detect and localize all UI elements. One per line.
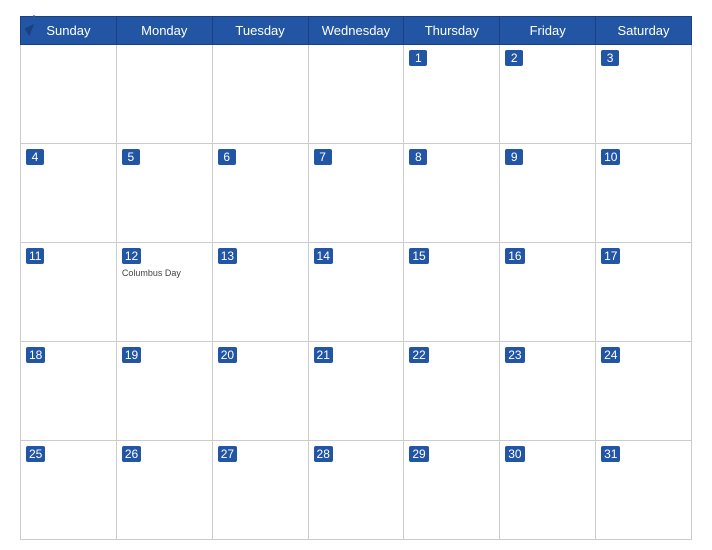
calendar-cell: 9: [500, 144, 596, 243]
calendar-cell: 3: [596, 45, 692, 144]
calendar-cell: 27: [212, 441, 308, 540]
day-number: 7: [314, 149, 332, 165]
calendar-cell: 25: [21, 441, 117, 540]
day-number: 15: [409, 248, 428, 264]
calendar-cell: [212, 45, 308, 144]
day-number: 9: [505, 149, 523, 165]
calendar-cell: 26: [116, 441, 212, 540]
day-number: 12: [122, 248, 141, 264]
calendar-cell: 28: [308, 441, 404, 540]
weekday-header-friday: Friday: [500, 17, 596, 45]
calendar-header-row: SundayMondayTuesdayWednesdayThursdayFrid…: [21, 17, 692, 45]
calendar-cell: 7: [308, 144, 404, 243]
day-number: 8: [409, 149, 427, 165]
day-number: 29: [409, 446, 428, 462]
day-number: 18: [26, 347, 45, 363]
day-number: 19: [122, 347, 141, 363]
day-number: 24: [601, 347, 620, 363]
calendar-cell: 15: [404, 243, 500, 342]
calendar-week-row: 1 2 3: [21, 45, 692, 144]
calendar-cell: [308, 45, 404, 144]
calendar-cell: 17: [596, 243, 692, 342]
calendar-cell: 2: [500, 45, 596, 144]
day-number: 4: [26, 149, 44, 165]
day-number: 21: [314, 347, 333, 363]
calendar-cell: 30: [500, 441, 596, 540]
calendar-cell: 18: [21, 342, 117, 441]
day-number: 3: [601, 50, 619, 66]
day-number: 20: [218, 347, 237, 363]
day-number: 2: [505, 50, 523, 66]
weekday-header-tuesday: Tuesday: [212, 17, 308, 45]
calendar-week-row: 25 26 27 28 29 30 31: [21, 441, 692, 540]
day-number: 11: [26, 248, 44, 264]
weekday-header-saturday: Saturday: [596, 17, 692, 45]
calendar-cell: 21: [308, 342, 404, 441]
calendar-week-row: 4 5 6 7 8 9 10: [21, 144, 692, 243]
calendar-cell: 11: [21, 243, 117, 342]
calendar-cell: 23: [500, 342, 596, 441]
calendar-cell: 19: [116, 342, 212, 441]
event-label: Columbus Day: [122, 268, 207, 278]
day-number: 28: [314, 446, 333, 462]
calendar-cell: 8: [404, 144, 500, 243]
calendar-cell: 24: [596, 342, 692, 441]
calendar-cell: 10: [596, 144, 692, 243]
calendar-cell: 6: [212, 144, 308, 243]
calendar-cell: 16: [500, 243, 596, 342]
calendar-table: SundayMondayTuesdayWednesdayThursdayFrid…: [20, 16, 692, 540]
day-number: 5: [122, 149, 140, 165]
calendar-body: 123456789101112Columbus Day1314151617181…: [21, 45, 692, 540]
weekday-header-thursday: Thursday: [404, 17, 500, 45]
calendar-cell: 29: [404, 441, 500, 540]
calendar-week-row: 11 12 Columbus Day 13 14 15 16 17: [21, 243, 692, 342]
day-number: 27: [218, 446, 237, 462]
day-number: 16: [505, 248, 524, 264]
day-number: 17: [601, 248, 620, 264]
calendar-week-row: 18 19 20 21 22 23 24: [21, 342, 692, 441]
day-number: 23: [505, 347, 524, 363]
weekday-row: SundayMondayTuesdayWednesdayThursdayFrid…: [21, 17, 692, 45]
calendar-cell: 31: [596, 441, 692, 540]
day-number: 1: [409, 50, 427, 66]
calendar-cell: [116, 45, 212, 144]
day-number: 22: [409, 347, 428, 363]
day-number: 26: [122, 446, 141, 462]
day-number: 10: [601, 149, 620, 165]
day-number: 14: [314, 248, 333, 264]
day-number: 13: [218, 248, 237, 264]
calendar-cell: 14: [308, 243, 404, 342]
day-number: 6: [218, 149, 236, 165]
calendar-cell: 20: [212, 342, 308, 441]
calendar-cell: 12 Columbus Day: [116, 243, 212, 342]
day-number: 31: [601, 446, 620, 462]
calendar-cell: 1: [404, 45, 500, 144]
day-number: 25: [26, 446, 45, 462]
calendar-cell: 4: [21, 144, 117, 243]
logo: [20, 10, 51, 38]
calendar-cell: 22: [404, 342, 500, 441]
weekday-header-monday: Monday: [116, 17, 212, 45]
weekday-header-wednesday: Wednesday: [308, 17, 404, 45]
calendar-cell: [21, 45, 117, 144]
day-number: 30: [505, 446, 524, 462]
logo-bird-icon: [20, 10, 48, 38]
calendar-cell: 13: [212, 243, 308, 342]
calendar-cell: 5: [116, 144, 212, 243]
